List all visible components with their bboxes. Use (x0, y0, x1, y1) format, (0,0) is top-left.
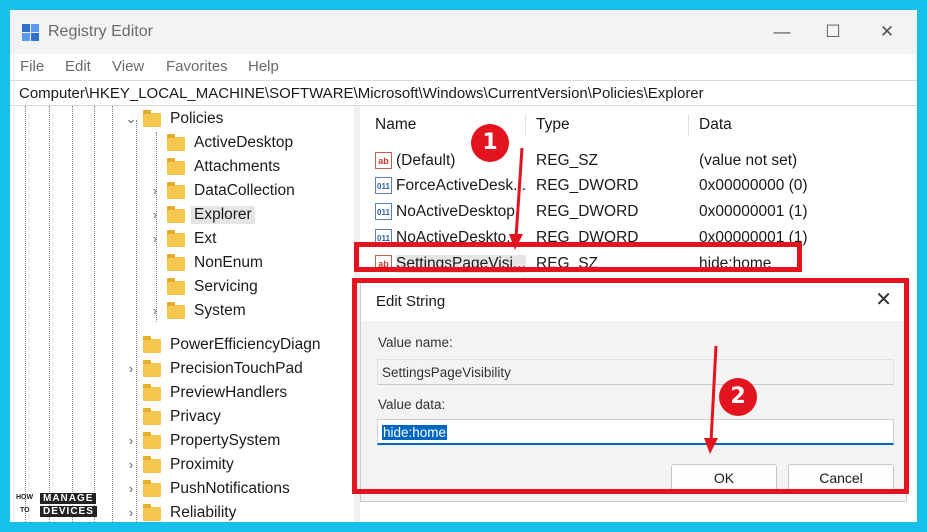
folder-icon (143, 110, 161, 127)
address-bar[interactable]: Computer\HKEY_LOCAL_MACHINE\SOFTWARE\Mic… (10, 80, 917, 106)
menu-bar: File Edit View Favorites Help (10, 54, 917, 80)
chevron-right-icon[interactable]: › (149, 183, 161, 198)
folder-icon (167, 302, 185, 319)
folder-icon (167, 230, 185, 247)
chevron-right-icon[interactable]: › (149, 231, 161, 246)
callout-badge-1: 1 (471, 124, 509, 162)
folder-icon (143, 360, 161, 377)
menu-help[interactable]: Help (248, 58, 279, 75)
value-highlight-box (354, 242, 802, 272)
folder-icon (167, 158, 185, 175)
registry-editor-window: Registry Editor — ☐ ✕ File Edit View Fav… (10, 10, 917, 522)
address-path[interactable]: Computer\HKEY_LOCAL_MACHINE\SOFTWARE\Mic… (19, 85, 704, 102)
chevron-right-icon[interactable]: › (125, 361, 137, 376)
chevron-right-icon[interactable]: › (125, 505, 137, 520)
folder-icon (167, 182, 185, 199)
folder-icon (143, 456, 161, 473)
folder-icon (143, 408, 161, 425)
chevron-right-icon[interactable]: › (149, 207, 161, 222)
chevron-right-icon[interactable]: › (125, 433, 137, 448)
value-row[interactable]: 011 NoActiveDesktop REG_DWORD 0x00000001… (360, 200, 917, 225)
htmd-logo: HOW TO MANAGE DEVICES (16, 493, 114, 520)
callout-badge-2: 2 (719, 378, 757, 416)
menu-edit[interactable]: Edit (65, 58, 91, 75)
column-header-type[interactable]: Type (536, 116, 570, 134)
maximize-icon[interactable]: ☐ (818, 20, 848, 44)
window-title: Registry Editor (48, 23, 153, 40)
column-header-data[interactable]: Data (699, 116, 732, 134)
chevron-right-icon[interactable]: › (149, 303, 161, 318)
folder-icon (167, 254, 185, 271)
folder-icon (143, 432, 161, 449)
folder-icon (143, 384, 161, 401)
folder-icon (167, 206, 185, 223)
value-row[interactable]: ab (Default) REG_SZ (value not set) (360, 149, 917, 174)
close-icon[interactable]: ✕ (872, 20, 902, 44)
chevron-down-icon[interactable]: ⌄ (125, 111, 137, 127)
dword-value-icon: 011 (375, 177, 392, 194)
column-header-name[interactable]: Name (375, 116, 416, 134)
dword-value-icon: 011 (375, 203, 392, 220)
folder-icon (167, 278, 185, 295)
menu-favorites[interactable]: Favorites (166, 58, 228, 75)
minimize-icon[interactable]: — (767, 20, 797, 44)
dialog-highlight-box (352, 278, 909, 494)
folder-icon (167, 134, 185, 151)
folder-icon (143, 336, 161, 353)
key-tree[interactable]: ⌄ Policies ActiveDesktop Attachments › D… (10, 106, 354, 522)
value-row[interactable]: 011 ForceActiveDesk... REG_DWORD 0x00000… (360, 174, 917, 199)
chevron-right-icon[interactable]: › (125, 481, 137, 496)
folder-icon (143, 504, 161, 521)
registry-editor-icon (22, 24, 40, 42)
chevron-right-icon[interactable]: › (125, 457, 137, 472)
menu-view[interactable]: View (112, 58, 144, 75)
string-value-icon: ab (375, 152, 392, 169)
menu-file[interactable]: File (20, 58, 44, 75)
title-bar: Registry Editor — ☐ ✕ (10, 10, 917, 54)
folder-icon (143, 480, 161, 497)
